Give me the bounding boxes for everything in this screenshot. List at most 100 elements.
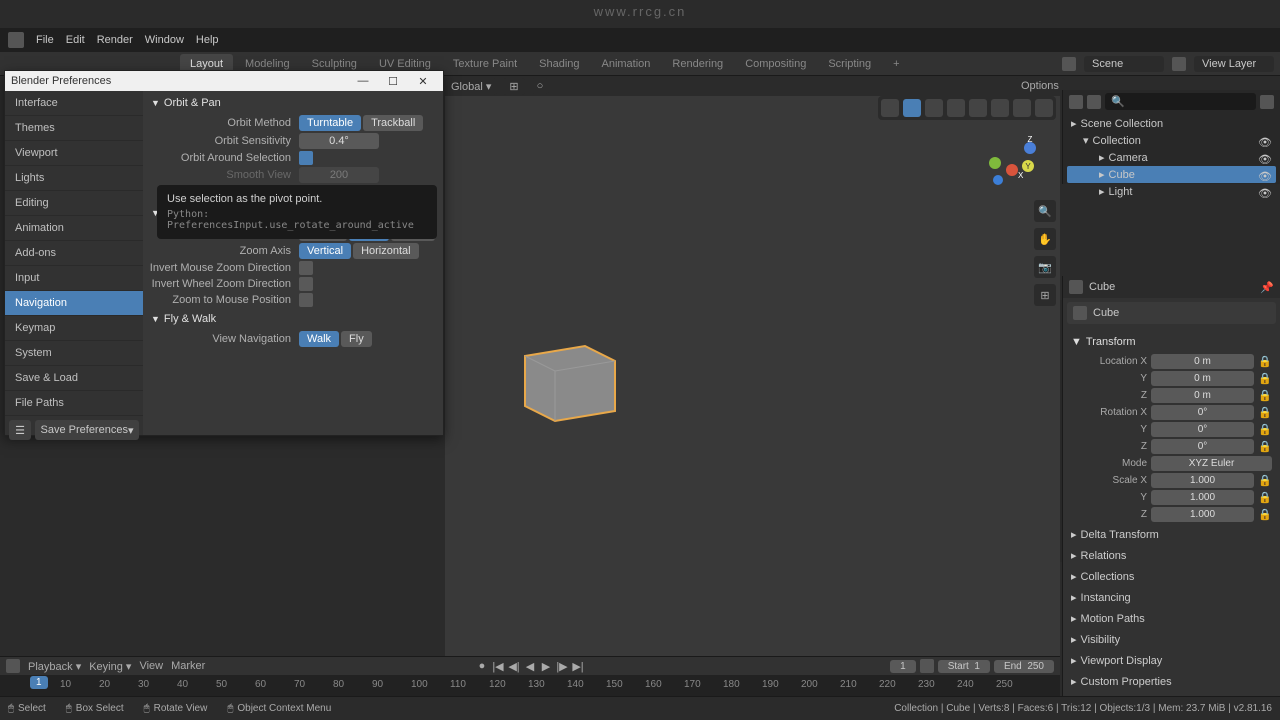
cat-viewport[interactable]: Viewport	[5, 141, 143, 166]
next-key-icon[interactable]: |▶	[555, 659, 569, 673]
camera-node[interactable]: ▸Camera👁	[1067, 149, 1276, 166]
pan-icon[interactable]: ✋	[1034, 228, 1056, 250]
viewport-display-header[interactable]: ▸Viewport Display	[1071, 650, 1272, 671]
outliner-filter-icon[interactable]	[1087, 95, 1101, 109]
scale-z-field[interactable]: 1.000	[1151, 507, 1254, 522]
motion-paths-header[interactable]: ▸Motion Paths	[1071, 608, 1272, 629]
3d-viewport[interactable]	[445, 96, 1060, 660]
menu-window[interactable]: Window	[145, 34, 184, 46]
marker-menu[interactable]: Marker	[171, 660, 205, 672]
visibility-icon[interactable]: 👁	[1258, 187, 1272, 197]
lock-icon[interactable]: 🔒	[1258, 440, 1272, 454]
playhead[interactable]: 1	[30, 676, 48, 689]
lock-icon[interactable]: 🔒	[1258, 355, 1272, 369]
relations-header[interactable]: ▸Relations	[1071, 545, 1272, 566]
play-reverse-icon[interactable]: ◀	[523, 659, 537, 673]
collections-header[interactable]: ▸Collections	[1071, 566, 1272, 587]
save-preferences-button[interactable]: Save Preferences ▾	[35, 420, 139, 440]
close-button[interactable]: ✕	[409, 73, 437, 89]
location-z-field[interactable]: 0 m	[1151, 388, 1254, 403]
cat-animation[interactable]: Animation	[5, 216, 143, 241]
cat-navigation[interactable]: Navigation	[5, 291, 143, 316]
orbit-sensitivity-field[interactable]: 0.4°	[299, 133, 379, 149]
orbit-pan-header[interactable]: ▼Orbit & Pan	[149, 93, 437, 113]
visibility-header[interactable]: ▸Visibility	[1071, 629, 1272, 650]
invert-wheel-checkbox[interactable]	[299, 277, 313, 291]
orbit-around-sel-checkbox[interactable]	[299, 151, 313, 165]
tab-add[interactable]: +	[883, 54, 909, 74]
object-name-field[interactable]: Cube	[1093, 307, 1119, 319]
transform-header[interactable]: ▼Transform	[1071, 332, 1272, 352]
prev-key-icon[interactable]: ◀|	[507, 659, 521, 673]
pin-icon[interactable]: 📌	[1260, 281, 1274, 294]
walk-button[interactable]: Walk	[299, 331, 339, 347]
outliner-filter-toggle-icon[interactable]	[1260, 95, 1274, 109]
shading-wireframe-icon[interactable]	[969, 99, 987, 117]
snap-toggle[interactable]: ⊞	[503, 78, 524, 95]
cat-file-paths[interactable]: File Paths	[5, 391, 143, 416]
keying-menu[interactable]: Keying ▾	[89, 660, 131, 673]
shading-solid-icon[interactable]	[991, 99, 1009, 117]
toggle-ortho-icon[interactable]: ⊞	[1034, 284, 1056, 306]
scale-y-field[interactable]: 1.000	[1151, 490, 1254, 505]
visibility-icon[interactable]: 👁	[1258, 170, 1272, 180]
mode-dropdown[interactable]: XYZ Euler	[1151, 456, 1272, 471]
cat-addons[interactable]: Add-ons	[5, 241, 143, 266]
tab-animation[interactable]: Animation	[592, 54, 661, 74]
lock-icon[interactable]: 🔒	[1258, 474, 1272, 488]
tab-shading[interactable]: Shading	[529, 54, 589, 74]
properties-type-icon[interactable]	[1069, 280, 1083, 294]
visibility-icon[interactable]: 👁	[1258, 153, 1272, 163]
cube-mesh[interactable]	[515, 326, 625, 426]
smooth-view-field[interactable]: 200	[299, 167, 379, 183]
scene-collection-node[interactable]: ▸Scene Collection	[1067, 115, 1276, 132]
xray-icon[interactable]	[947, 99, 965, 117]
prefs-menu-icon[interactable]: ☰	[9, 420, 31, 440]
fly-walk-header[interactable]: ▼Fly & Walk	[149, 309, 437, 329]
zoom-vertical-button[interactable]: Vertical	[299, 243, 351, 259]
custom-properties-header[interactable]: ▸Custom Properties	[1071, 671, 1272, 692]
timeline-ruler[interactable]: 1 10203040506070809010011012013014015016…	[0, 675, 1060, 697]
cat-interface[interactable]: Interface	[5, 91, 143, 116]
clock-icon[interactable]	[920, 659, 934, 673]
rotation-y-field[interactable]: 0°	[1151, 422, 1254, 437]
outliner-search[interactable]: 🔍	[1105, 93, 1256, 110]
lock-icon[interactable]: 🔒	[1258, 508, 1272, 522]
cat-save-load[interactable]: Save & Load	[5, 366, 143, 391]
lock-icon[interactable]: 🔒	[1258, 406, 1272, 420]
light-node[interactable]: ▸Light👁	[1067, 183, 1276, 200]
lock-icon[interactable]: 🔒	[1258, 423, 1272, 437]
timeline-type-icon[interactable]	[6, 659, 20, 673]
menu-edit[interactable]: Edit	[66, 34, 85, 46]
shading-rendered-icon[interactable]	[1035, 99, 1053, 117]
proportional-toggle[interactable]: ○	[531, 78, 550, 94]
play-icon[interactable]: ▶	[539, 659, 553, 673]
cat-themes[interactable]: Themes	[5, 116, 143, 141]
outliner-display-icon[interactable]	[1069, 95, 1083, 109]
select-visibility-icon[interactable]	[881, 99, 899, 117]
cat-keymap[interactable]: Keymap	[5, 316, 143, 341]
jump-start-icon[interactable]: |◀	[491, 659, 505, 673]
minimize-button[interactable]: —	[349, 73, 377, 89]
zoom-icon[interactable]: 🔍	[1034, 200, 1056, 222]
orbit-trackball-button[interactable]: Trackball	[363, 115, 423, 131]
cat-input[interactable]: Input	[5, 266, 143, 291]
view-menu[interactable]: View	[139, 660, 163, 672]
visibility-icon[interactable]: 👁	[1258, 136, 1272, 146]
cube-node[interactable]: ▸Cube👁	[1067, 166, 1276, 183]
zoom-to-mouse-checkbox[interactable]	[299, 293, 313, 307]
maximize-button[interactable]: ☐	[379, 73, 407, 89]
lock-icon[interactable]: 🔒	[1258, 491, 1272, 505]
menu-render[interactable]: Render	[97, 34, 133, 46]
scale-x-field[interactable]: 1.000	[1151, 473, 1254, 488]
shading-material-icon[interactable]	[1013, 99, 1031, 117]
lock-icon[interactable]: 🔒	[1258, 372, 1272, 386]
options-dropdown[interactable]: Options	[1015, 78, 1065, 94]
navigation-gizmo[interactable]: Z Y X	[980, 128, 1040, 188]
orientation-dropdown[interactable]: Global ▾	[445, 78, 497, 95]
cat-editing[interactable]: Editing	[5, 191, 143, 216]
tab-compositing[interactable]: Compositing	[735, 54, 816, 74]
current-frame-field[interactable]: 1	[890, 660, 916, 673]
start-frame-field[interactable]: Start 1	[938, 660, 990, 673]
playback-menu[interactable]: Playback ▾	[28, 660, 81, 673]
